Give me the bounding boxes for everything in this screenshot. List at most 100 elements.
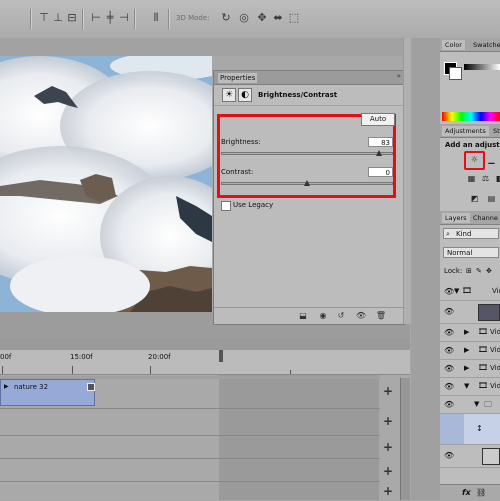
align-left-icon[interactable]: ⊢ <box>90 12 102 24</box>
contrast-field[interactable]: 0 <box>368 167 393 177</box>
distribute-icon[interactable]: ⦀ <box>150 12 162 24</box>
brightness-slider-thumb[interactable] <box>376 150 383 156</box>
auto-button[interactable]: Auto <box>361 113 395 126</box>
posterize-icon[interactable]: ▤ <box>486 194 497 204</box>
balance-icon[interactable]: ⚖ <box>480 174 491 184</box>
black-white-icon[interactable]: ◧ <box>494 174 500 184</box>
layer-row[interactable]: 👁 ▼ 🎞 Vid <box>440 283 500 301</box>
blend-mode-select[interactable]: Normal <box>443 247 499 258</box>
layer-filter-kind[interactable]: ⌕ Kind <box>443 228 499 239</box>
layer-row[interactable]: 👁 ▶ 🎞 Vid <box>440 324 500 342</box>
color-balance-icon[interactable]: ▦ <box>466 174 477 184</box>
3d-slide-icon[interactable]: ⬌ <box>272 12 284 24</box>
clip-menu-icon[interactable] <box>87 383 95 391</box>
ruler-tick <box>2 366 3 374</box>
brightness-contrast-adjust-icon[interactable]: ☼ <box>469 155 480 165</box>
properties-tab[interactable]: Properties <box>218 73 258 83</box>
reset-icon[interactable]: ↺ <box>334 311 348 321</box>
3d-rotate-icon[interactable]: ↻ <box>220 12 232 24</box>
clip-expand-icon[interactable]: ▶ <box>4 383 9 390</box>
color-spectrum[interactable] <box>442 112 500 121</box>
contrast-slider-thumb[interactable] <box>304 180 310 186</box>
tab-channels[interactable]: Channe <box>470 213 500 223</box>
add-media-icon[interactable]: + <box>383 484 393 498</box>
color-slider[interactable] <box>464 64 500 70</box>
add-media-icon[interactable]: + <box>383 464 393 478</box>
layer-row[interactable]: 👁 ▼ 🎞 Vid <box>440 378 500 396</box>
view-previous-icon[interactable]: ◉ <box>316 311 330 321</box>
lock-paint-icon[interactable]: ✎ <box>476 267 482 275</box>
expand-triangle-icon[interactable]: ▶ <box>464 346 469 354</box>
layer-row[interactable]: 👁 ▶ 🎞 Vid <box>440 360 500 378</box>
layer-row-selected[interactable]: ↕ <box>440 414 500 445</box>
align-middle-icon[interactable]: ⊥ <box>52 12 64 24</box>
visibility-eye-icon[interactable]: 👁 <box>444 451 454 460</box>
adjustments-tab-bar: Adjustments St <box>440 124 500 138</box>
playhead[interactable] <box>219 350 223 362</box>
visibility-eye-icon[interactable]: 👁 <box>354 311 368 321</box>
visibility-eye-icon[interactable]: 👁 <box>444 382 454 391</box>
clip-to-layer-icon[interactable]: ⬓ <box>296 311 310 321</box>
link-icon[interactable]: ⛓ <box>476 488 486 497</box>
canvas-image[interactable] <box>0 56 212 312</box>
video-group-icon: 🎞 <box>462 286 473 295</box>
brightness-field[interactable]: 83 <box>368 137 393 147</box>
layers-tab-bar: Layers Channe <box>440 211 500 225</box>
expand-triangle-icon[interactable]: ▼ <box>454 287 459 295</box>
layer-row[interactable]: 👁 <box>440 301 500 324</box>
expand-triangle-icon[interactable]: ▼ <box>474 400 479 408</box>
visibility-eye-icon[interactable]: 👁 <box>444 287 454 296</box>
panel-collapse-icon[interactable]: » <box>397 72 401 80</box>
expand-triangle-icon[interactable]: ▶ <box>464 328 469 336</box>
tab-swatches[interactable]: Swatches <box>470 40 500 50</box>
timeline-ruler[interactable]: 00f 15:00f 20:00f <box>0 350 410 375</box>
layer-row[interactable]: 👁 ▶ 🎞 Vid <box>440 342 500 360</box>
align-bottom-icon[interactable]: ⊟ <box>66 12 78 24</box>
lock-move-icon[interactable]: ✥ <box>486 267 492 275</box>
layer-name: Vid <box>490 346 500 354</box>
visibility-eye-icon[interactable]: 👁 <box>444 328 454 337</box>
trash-icon[interactable]: 🗑 <box>374 311 388 321</box>
tab-color[interactable]: Color <box>442 40 465 50</box>
expand-triangle-icon[interactable]: ▶ <box>464 364 469 372</box>
tab-layers[interactable]: Layers <box>442 213 470 223</box>
add-media-icon[interactable]: + <box>383 414 393 428</box>
align-center-icon[interactable]: ╪ <box>104 12 116 24</box>
background-color-swatch[interactable] <box>449 67 462 80</box>
3d-roll-icon[interactable]: ◎ <box>238 12 250 24</box>
visibility-eye-icon[interactable]: 👁 <box>444 400 454 409</box>
layer-row[interactable]: 👁 ▼ 🗀 <box>440 396 500 414</box>
3d-scale-icon[interactable]: ⬚ <box>288 12 300 24</box>
search-icon: ⌕ <box>446 230 450 238</box>
layer-row[interactable]: 👁 <box>440 445 500 468</box>
visibility-eye-icon[interactable]: 👁 <box>444 346 454 355</box>
brightness-label: Brightness: <box>221 138 261 146</box>
adjustment-title: Brightness/Contrast <box>258 91 338 99</box>
properties-footer: ⬓ ◉ ↺ 👁 🗑 <box>214 307 404 325</box>
timeline-scrollbar[interactable] <box>400 378 410 500</box>
levels-icon[interactable]: ▁ <box>486 155 497 165</box>
tab-styles[interactable]: St <box>490 126 500 136</box>
options-bar: ⊤ ⊥ ⊟ ⊢ ╪ ⊣ ⦀ 3D Mode: ↻ ◎ ✥ ⬌ ⬚ <box>0 0 500 39</box>
lock-pixels-icon[interactable]: ⊞ <box>466 267 472 275</box>
use-legacy-checkbox[interactable] <box>221 201 231 211</box>
video-group-icon: 🎞 <box>478 345 489 354</box>
expand-triangle-icon[interactable]: ▼ <box>464 382 469 390</box>
visibility-eye-icon[interactable]: 👁 <box>444 307 454 316</box>
layer-style-icon[interactable]: fx <box>462 488 471 497</box>
brightness-slider[interactable] <box>221 152 393 155</box>
layer-name: Vid <box>490 382 500 390</box>
align-right-icon[interactable]: ⊣ <box>118 12 130 24</box>
invert-icon[interactable]: ◩ <box>469 194 480 204</box>
add-media-icon[interactable]: + <box>383 384 393 398</box>
align-top-icon[interactable]: ⊤ <box>38 12 50 24</box>
visibility-eye-icon[interactable]: 👁 <box>444 364 454 373</box>
toolbar-separator <box>30 9 32 29</box>
layer-mask-icon[interactable]: ◐ <box>238 88 252 102</box>
video-clip[interactable]: ▶ nature 32 <box>0 379 95 406</box>
add-media-icon[interactable]: + <box>383 440 393 454</box>
3d-drag-icon[interactable]: ✥ <box>256 12 268 24</box>
layer-thumbnail <box>482 448 500 465</box>
right-panels: Color Swatches Adjustments St Add an adj… <box>440 38 500 500</box>
tab-adjustments[interactable]: Adjustments <box>442 126 489 136</box>
